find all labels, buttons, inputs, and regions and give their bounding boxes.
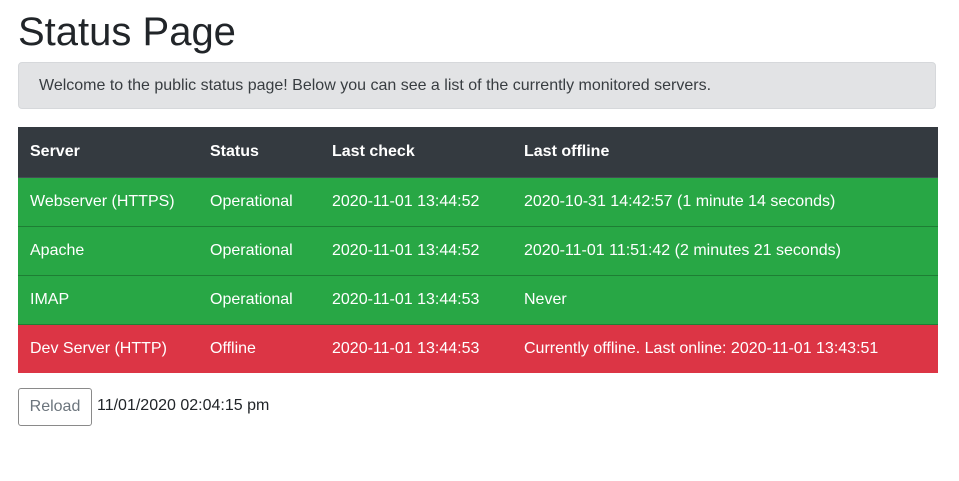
last-offline-cell: Never (512, 274, 938, 324)
server-status-table: Server Status Last check Last offline We… (18, 127, 938, 373)
current-timestamp: 11/01/2020 02:04:15 pm (97, 397, 270, 414)
column-header-status: Status (198, 127, 320, 178)
server-name-cell: IMAP (18, 274, 198, 324)
last-offline-cell: 2020-10-31 14:42:57 (1 minute 14 seconds… (512, 176, 938, 226)
status-cell: Operational (198, 274, 320, 324)
table-header: Server Status Last check Last offline (18, 127, 938, 178)
server-name-cell: Webserver (HTTPS) (18, 176, 198, 226)
status-cell: Offline (198, 323, 320, 373)
table-row: Webserver (HTTPS) Operational 2020-11-01… (18, 176, 938, 226)
last-offline-cell: Currently offline. Last online: 2020-11-… (512, 323, 938, 373)
status-page: Status Page Welcome to the public status… (0, 0, 959, 481)
last-check-cell: 2020-11-01 13:44:53 (320, 274, 512, 324)
last-check-cell: 2020-11-01 13:44:52 (320, 225, 512, 275)
status-cell: Operational (198, 225, 320, 275)
server-name-cell: Dev Server (HTTP) (18, 323, 198, 373)
last-check-cell: 2020-11-01 13:44:53 (320, 323, 512, 373)
table-row: IMAP Operational 2020-11-01 13:44:53 Nev… (18, 274, 938, 324)
status-cell: Operational (198, 176, 320, 226)
column-header-last-check: Last check (320, 127, 512, 178)
last-offline-cell: 2020-11-01 11:51:42 (2 minutes 21 second… (512, 225, 938, 275)
table-row: Apache Operational 2020-11-01 13:44:52 2… (18, 225, 938, 275)
table-row: Dev Server (HTTP) Offline 2020-11-01 13:… (18, 323, 938, 373)
last-check-cell: 2020-11-01 13:44:52 (320, 176, 512, 226)
welcome-notice: Welcome to the public status page! Below… (18, 62, 936, 109)
page-title: Status Page (18, 10, 236, 54)
header-row: Server Status Last check Last offline (18, 127, 938, 178)
table-body: Webserver (HTTPS) Operational 2020-11-01… (18, 176, 938, 373)
server-name-cell: Apache (18, 225, 198, 275)
reload-button[interactable]: Reload (18, 388, 92, 426)
column-header-server: Server (18, 127, 198, 178)
column-header-last-offline: Last offline (512, 127, 938, 178)
